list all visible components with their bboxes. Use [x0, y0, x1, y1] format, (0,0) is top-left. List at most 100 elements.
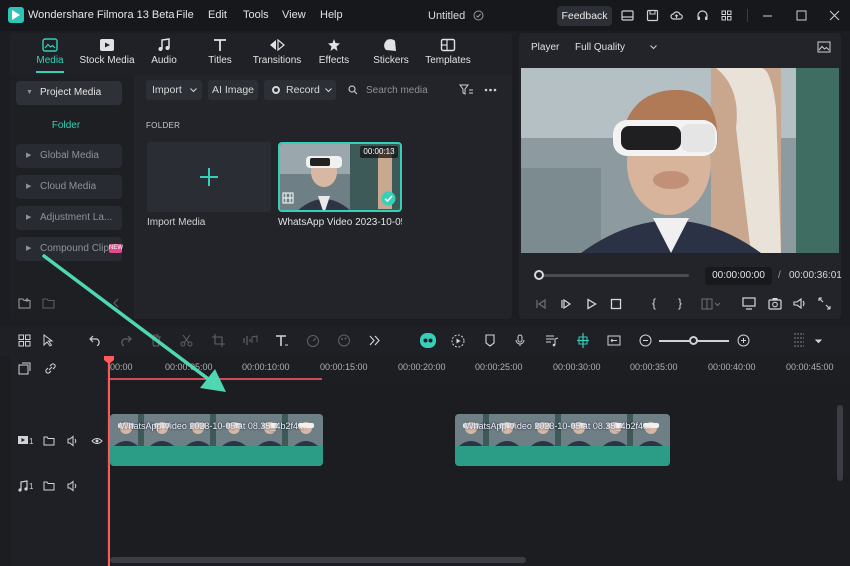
search-input[interactable]: Search media: [366, 85, 428, 96]
sidebar-item-folder[interactable]: Folder: [10, 120, 122, 131]
zoom-in-icon[interactable]: [737, 334, 750, 347]
tab-effects[interactable]: Effects: [316, 34, 352, 74]
filmora-logo-icon: [8, 7, 24, 23]
clip-label: WhatsApp Video 2023-10-05 at 08.35_4b2f4…: [465, 421, 651, 431]
total-time: 00:00:36:01: [789, 270, 842, 281]
headset-icon[interactable]: [696, 9, 709, 22]
tab-stickers[interactable]: Stickers: [372, 34, 410, 74]
track-volume-icon[interactable]: [67, 435, 79, 447]
close-icon[interactable]: [828, 9, 841, 22]
play-step-icon[interactable]: [560, 298, 572, 310]
layout-options-icon[interactable]: [793, 332, 805, 349]
playback-progress-bar[interactable]: [539, 274, 689, 277]
feedback-button[interactable]: Feedback: [557, 6, 612, 26]
app-title: Wondershare Filmora 13 Beta: [28, 9, 175, 21]
color-palette-icon[interactable]: [337, 334, 351, 347]
menu-file[interactable]: File: [176, 9, 194, 21]
multi-select-icon[interactable]: [18, 334, 31, 347]
add-track-icon[interactable]: [18, 362, 31, 375]
import-media-tile[interactable]: [147, 142, 271, 212]
save-icon[interactable]: [646, 9, 659, 22]
sidebar-item-global-media[interactable]: ▶ Global Media: [16, 144, 122, 168]
tab-titles[interactable]: Titles: [203, 34, 237, 74]
snapshot-image-icon[interactable]: [817, 41, 831, 53]
sidebar-item-project-media[interactable]: ▼ Project Media: [16, 81, 122, 105]
ai-image-button[interactable]: AI Image: [208, 80, 258, 100]
volume-icon[interactable]: [793, 297, 807, 310]
folder-lock-icon[interactable]: [43, 480, 55, 492]
caret-right-icon: ▶: [26, 245, 32, 252]
new-folder-icon[interactable]: [18, 297, 31, 309]
tab-media[interactable]: Media: [30, 34, 70, 74]
import-media-label: Import Media: [147, 217, 206, 228]
folder-heading: FOLDER: [146, 121, 181, 130]
chevron-down-icon: [325, 88, 332, 93]
current-time[interactable]: 00:00:00:00: [705, 267, 772, 285]
minimize-icon[interactable]: [761, 9, 774, 22]
ai-mate-icon[interactable]: [419, 332, 437, 349]
tab-templates[interactable]: Templates: [425, 34, 471, 74]
display-monitor-icon[interactable]: [742, 297, 756, 310]
voiceover-icon[interactable]: [545, 334, 559, 347]
play-icon[interactable]: [585, 298, 597, 310]
media-icon: [42, 38, 58, 52]
zoom-slider-knob[interactable]: [689, 336, 698, 345]
chevron-down-icon[interactable]: [815, 339, 822, 344]
sidebar-item-cloud-media[interactable]: ▶ Cloud Media: [16, 175, 122, 199]
menu-view[interactable]: View: [282, 9, 306, 21]
video-clip[interactable]: WhatsApp Video 2023-10-05 at 08.35_4b2f4…: [110, 414, 323, 466]
markers-icon[interactable]: [701, 298, 721, 310]
sidebar-item-adjustment-layer[interactable]: ▶ Adjustment La...: [16, 206, 122, 230]
import-dropdown[interactable]: Import: [146, 80, 202, 100]
ruler-label: 00:00:30:00: [553, 362, 601, 372]
music-note-icon: [158, 38, 170, 51]
mark-out-icon[interactable]: }: [678, 296, 682, 310]
effects-icon: [328, 39, 340, 51]
layout-icon[interactable]: [621, 9, 634, 22]
player-label: Player: [531, 42, 560, 53]
more-options-icon[interactable]: [484, 88, 497, 92]
stop-icon[interactable]: [610, 298, 622, 310]
video-clip[interactable]: WhatsApp Video 2023-10-05 at 08.35_4b2f4…: [455, 414, 670, 466]
sidebar-item-label: Cloud Media: [40, 181, 97, 192]
tab-label: Stickers: [373, 55, 409, 66]
caret-right-icon: ▶: [26, 152, 32, 159]
audio-edit-icon[interactable]: [242, 334, 258, 347]
fullscreen-icon[interactable]: [818, 297, 831, 310]
tab-transitions[interactable]: Transitions: [252, 34, 302, 74]
caret-right-icon: ▶: [26, 183, 32, 190]
eye-visibility-icon[interactable]: [91, 435, 103, 447]
quality-dropdown[interactable]: Full Quality: [575, 42, 625, 53]
menu-edit[interactable]: Edit: [208, 9, 227, 21]
ruler-label: 00:00:35:00: [630, 362, 678, 372]
mark-in-icon[interactable]: {: [652, 296, 656, 310]
tab-label: Titles: [208, 55, 232, 66]
microphone-icon[interactable]: [514, 334, 526, 347]
camera-snapshot-icon[interactable]: [768, 297, 782, 310]
templates-icon: [440, 38, 456, 52]
tab-stock-media[interactable]: Stock Media: [78, 34, 136, 74]
text-tool-icon[interactable]: [275, 334, 290, 347]
snap-magnet-icon[interactable]: [576, 333, 590, 348]
maximize-icon[interactable]: [795, 9, 808, 22]
playback-scrubber[interactable]: [534, 270, 544, 280]
apps-grid-icon[interactable]: [720, 9, 733, 22]
track-volume-icon[interactable]: [67, 480, 79, 492]
more-tools-chevron-icon[interactable]: [369, 335, 381, 346]
render-preview-icon[interactable]: [451, 334, 465, 348]
speed-icon[interactable]: [306, 334, 320, 347]
marker-icon[interactable]: [484, 334, 496, 347]
folder-lock-icon[interactable]: [43, 435, 55, 447]
filter-icon[interactable]: [459, 84, 473, 96]
tab-audio[interactable]: Audio: [146, 34, 182, 74]
chevron-down-icon[interactable]: [650, 45, 657, 50]
menu-help[interactable]: Help: [320, 9, 343, 21]
stickers-icon: [384, 39, 396, 51]
timeline-vertical-scrollbar[interactable]: [837, 405, 843, 481]
zoom-out-icon[interactable]: [639, 334, 652, 347]
timeline-horizontal-scrollbar[interactable]: [110, 557, 526, 563]
fit-timeline-icon[interactable]: [607, 334, 621, 347]
menu-tools[interactable]: Tools: [243, 9, 269, 21]
previous-frame-icon[interactable]: [535, 298, 547, 310]
cloud-upload-icon[interactable]: [670, 9, 683, 22]
